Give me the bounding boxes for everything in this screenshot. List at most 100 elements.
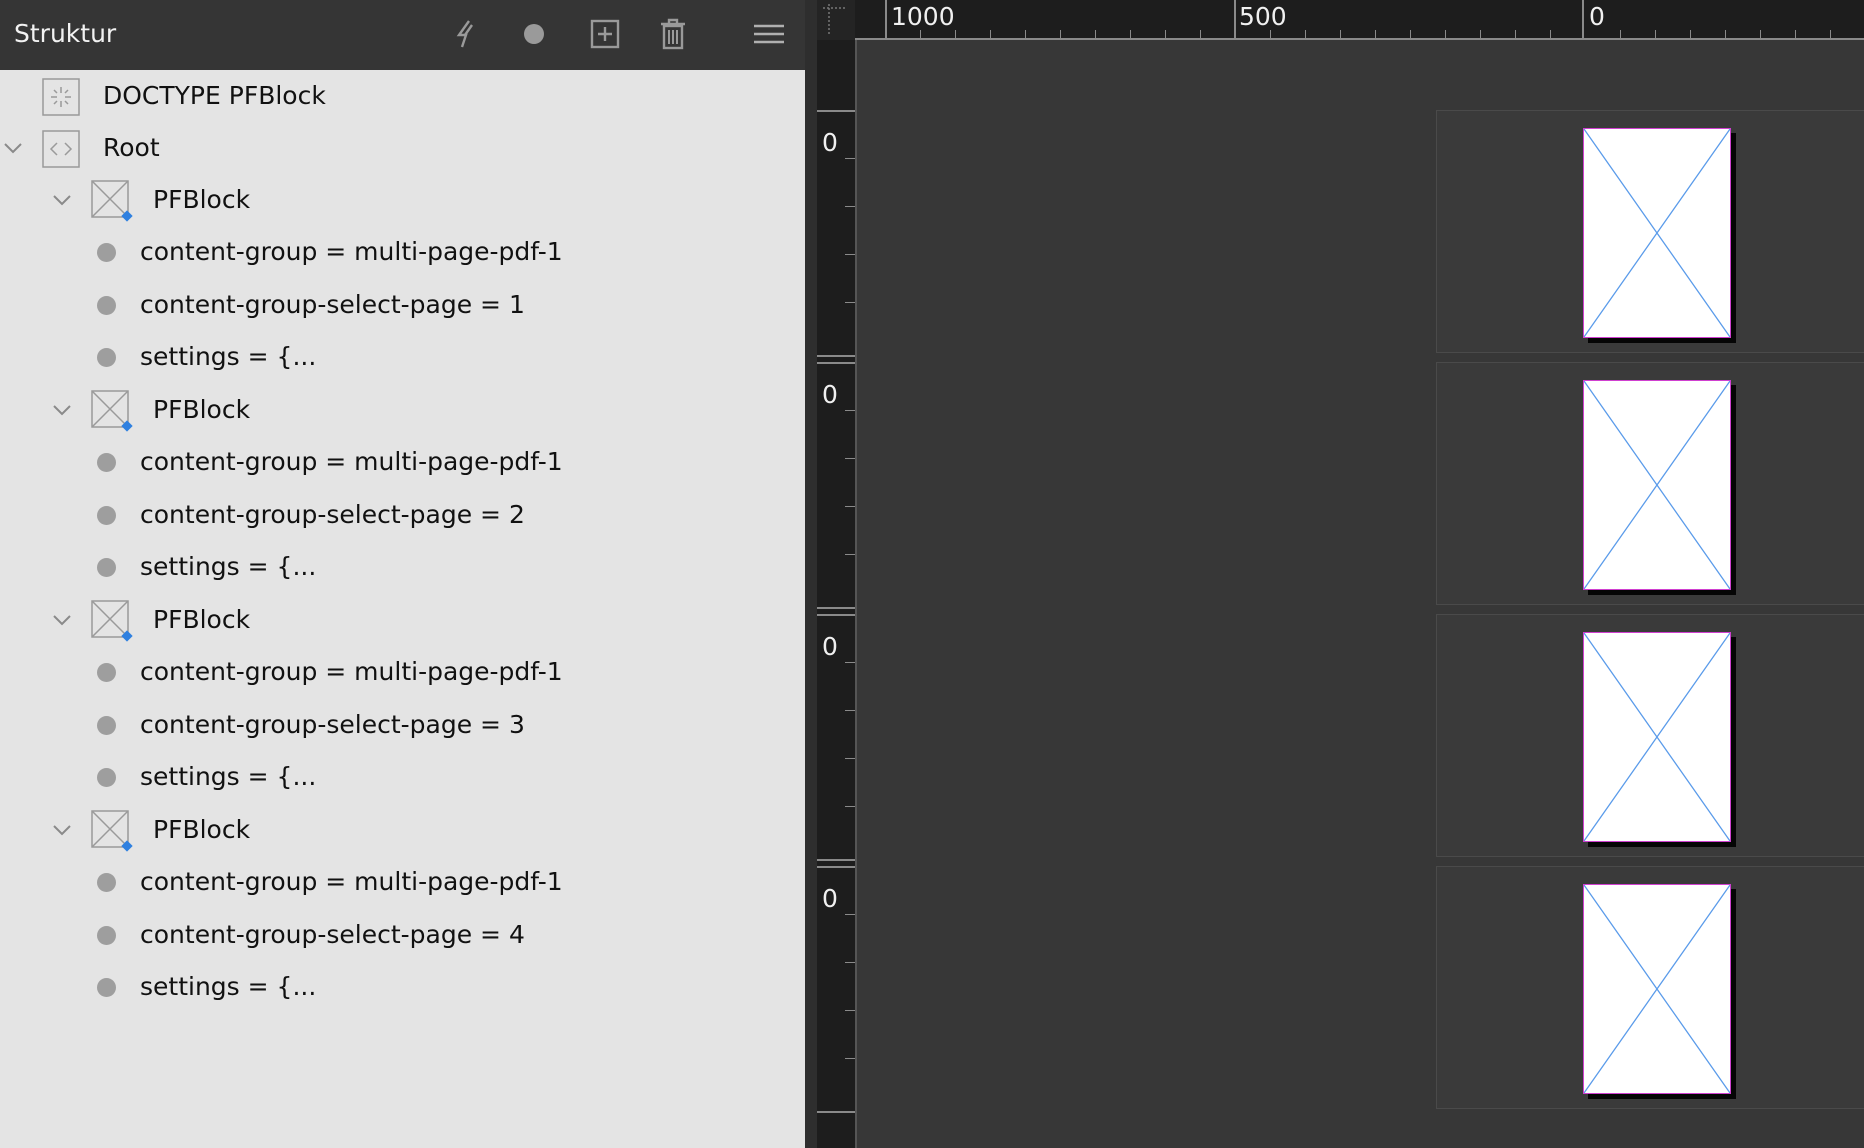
tree-label: content-group-select-page = 2 bbox=[140, 499, 525, 529]
tree-item-pfblock[interactable]: PFBlock bbox=[0, 174, 805, 226]
tree-item-attribute[interactable]: content-group-select-page = 4 bbox=[0, 909, 805, 961]
ruler-tick bbox=[1305, 30, 1306, 38]
ruler-tick bbox=[885, 0, 887, 38]
horizontal-ruler: 1000 500 0 bbox=[855, 0, 1864, 40]
ruler-label: 0 bbox=[822, 884, 838, 913]
lightning-icon[interactable] bbox=[444, 12, 488, 56]
image-frame-icon bbox=[91, 810, 133, 852]
tree-label: content-group = multi-page-pdf-1 bbox=[140, 867, 563, 896]
tree-item-root[interactable]: Root bbox=[0, 122, 805, 174]
placeholder-cross-icon bbox=[1584, 885, 1730, 1093]
attribute-dot-icon bbox=[97, 663, 116, 682]
ruler-tick bbox=[1760, 30, 1761, 38]
chevron-down-icon[interactable] bbox=[0, 135, 26, 161]
code-tag-icon bbox=[42, 130, 80, 168]
chevron-down-icon[interactable] bbox=[49, 817, 75, 843]
ruler-tick bbox=[817, 614, 855, 616]
menu-icon[interactable] bbox=[747, 12, 791, 56]
ruler-tick bbox=[845, 554, 855, 555]
tree-item-pfblock[interactable]: PFBlock bbox=[0, 384, 805, 436]
ruler-tick bbox=[845, 758, 855, 759]
ruler-tick bbox=[1725, 30, 1726, 38]
trash-icon[interactable] bbox=[651, 12, 695, 56]
ruler-tick bbox=[990, 30, 991, 38]
tree-label: settings = {... bbox=[140, 762, 317, 791]
ruler-tick bbox=[1445, 30, 1446, 38]
ruler-tick bbox=[1410, 30, 1411, 38]
panel-divider[interactable] bbox=[805, 0, 817, 1148]
tree-item-attribute[interactable]: settings = {... bbox=[0, 751, 805, 803]
ruler-tick bbox=[817, 607, 855, 609]
ruler-tick bbox=[845, 206, 855, 207]
tree-item-pfblock[interactable]: PFBlock bbox=[0, 804, 805, 856]
ruler-tick bbox=[845, 254, 855, 255]
ruler-tick bbox=[1340, 30, 1341, 38]
ruler-label: 0 bbox=[822, 632, 838, 661]
placeholder-cross-icon bbox=[1584, 381, 1730, 589]
attribute-dot-icon bbox=[97, 243, 116, 262]
tree-label: PFBlock bbox=[153, 815, 251, 844]
tree-label: settings = {... bbox=[140, 342, 317, 371]
attribute-dot-icon bbox=[97, 715, 116, 735]
ruler-tick bbox=[1130, 30, 1131, 38]
tree-label: content-group = multi-page-pdf-1 bbox=[140, 657, 563, 686]
attribute-dot-icon bbox=[97, 925, 116, 945]
tree-item-pfblock[interactable]: PFBlock bbox=[0, 594, 805, 646]
ruler-origin[interactable] bbox=[817, 0, 855, 40]
add-square-icon[interactable] bbox=[583, 12, 627, 56]
tree-item-attribute[interactable]: content-group-select-page = 2 bbox=[0, 489, 805, 541]
ruler-tick bbox=[845, 458, 855, 459]
ruler-label: 1000 bbox=[891, 2, 955, 31]
ruler-tick bbox=[955, 30, 956, 38]
tree-item-attribute[interactable]: content-group = multi-page-pdf-1 bbox=[0, 226, 805, 278]
ruler-label: 0 bbox=[1589, 2, 1605, 31]
tree-item-attribute[interactable]: settings = {... bbox=[0, 961, 805, 1013]
chevron-down-icon[interactable] bbox=[49, 397, 75, 423]
page-thumbnail[interactable] bbox=[1583, 128, 1731, 338]
page-thumbnail[interactable] bbox=[1583, 632, 1731, 842]
ruler-tick bbox=[817, 110, 855, 112]
attribute-dot-icon bbox=[97, 295, 116, 315]
placeholder-cross-icon bbox=[1584, 129, 1730, 337]
ruler-tick bbox=[1795, 30, 1796, 38]
panel-header: Struktur bbox=[0, 0, 805, 70]
tree-label: PFBlock bbox=[153, 605, 251, 634]
ruler-tick bbox=[1480, 30, 1481, 38]
ruler-tick bbox=[845, 302, 855, 303]
ruler-label: 0 bbox=[822, 380, 838, 409]
tree-item-attribute[interactable]: settings = {... bbox=[0, 331, 805, 383]
tree-item-attribute[interactable]: content-group = multi-page-pdf-1 bbox=[0, 436, 805, 488]
ruler-tick bbox=[1200, 30, 1201, 38]
page-thumbnail[interactable] bbox=[1583, 380, 1731, 590]
image-frame-icon bbox=[91, 180, 133, 222]
ruler-tick bbox=[1830, 30, 1831, 38]
ruler-tick bbox=[845, 1010, 855, 1011]
ruler-tick bbox=[1550, 30, 1551, 38]
ruler-tick bbox=[920, 30, 921, 38]
ruler-tick bbox=[817, 1111, 855, 1113]
tree-item-attribute[interactable]: settings = {... bbox=[0, 541, 805, 593]
ruler-tick bbox=[1234, 0, 1236, 38]
attribute-dot-icon bbox=[97, 558, 116, 577]
tree-label: content-group = multi-page-pdf-1 bbox=[140, 447, 563, 476]
ruler-tick bbox=[1690, 30, 1691, 38]
ruler-tick bbox=[845, 710, 855, 711]
tree-item-attribute[interactable]: content-group-select-page = 3 bbox=[0, 699, 805, 751]
panel-title: Struktur bbox=[14, 19, 117, 48]
tree-item-attribute[interactable]: content-group = multi-page-pdf-1 bbox=[0, 646, 805, 698]
tree-item-attribute[interactable]: content-group = multi-page-pdf-1 bbox=[0, 856, 805, 908]
attribute-dot-icon bbox=[97, 348, 116, 367]
ruler-tick bbox=[845, 1058, 855, 1059]
chevron-down-icon[interactable] bbox=[49, 607, 75, 633]
attribute-dot-icon bbox=[97, 978, 116, 997]
tree-item-attribute[interactable]: content-group-select-page = 1 bbox=[0, 279, 805, 331]
tree-label: PFBlock bbox=[153, 395, 251, 424]
ruler-tick bbox=[845, 806, 855, 807]
chevron-down-icon[interactable] bbox=[49, 187, 75, 213]
ruler-tick bbox=[1095, 30, 1096, 38]
ruler-tick bbox=[1025, 30, 1026, 38]
tree-label: DOCTYPE PFBlock bbox=[103, 81, 326, 110]
page-thumbnail[interactable] bbox=[1583, 884, 1731, 1094]
tree-item-doctype[interactable]: DOCTYPE PFBlock bbox=[0, 70, 805, 122]
circle-icon[interactable] bbox=[512, 12, 556, 56]
